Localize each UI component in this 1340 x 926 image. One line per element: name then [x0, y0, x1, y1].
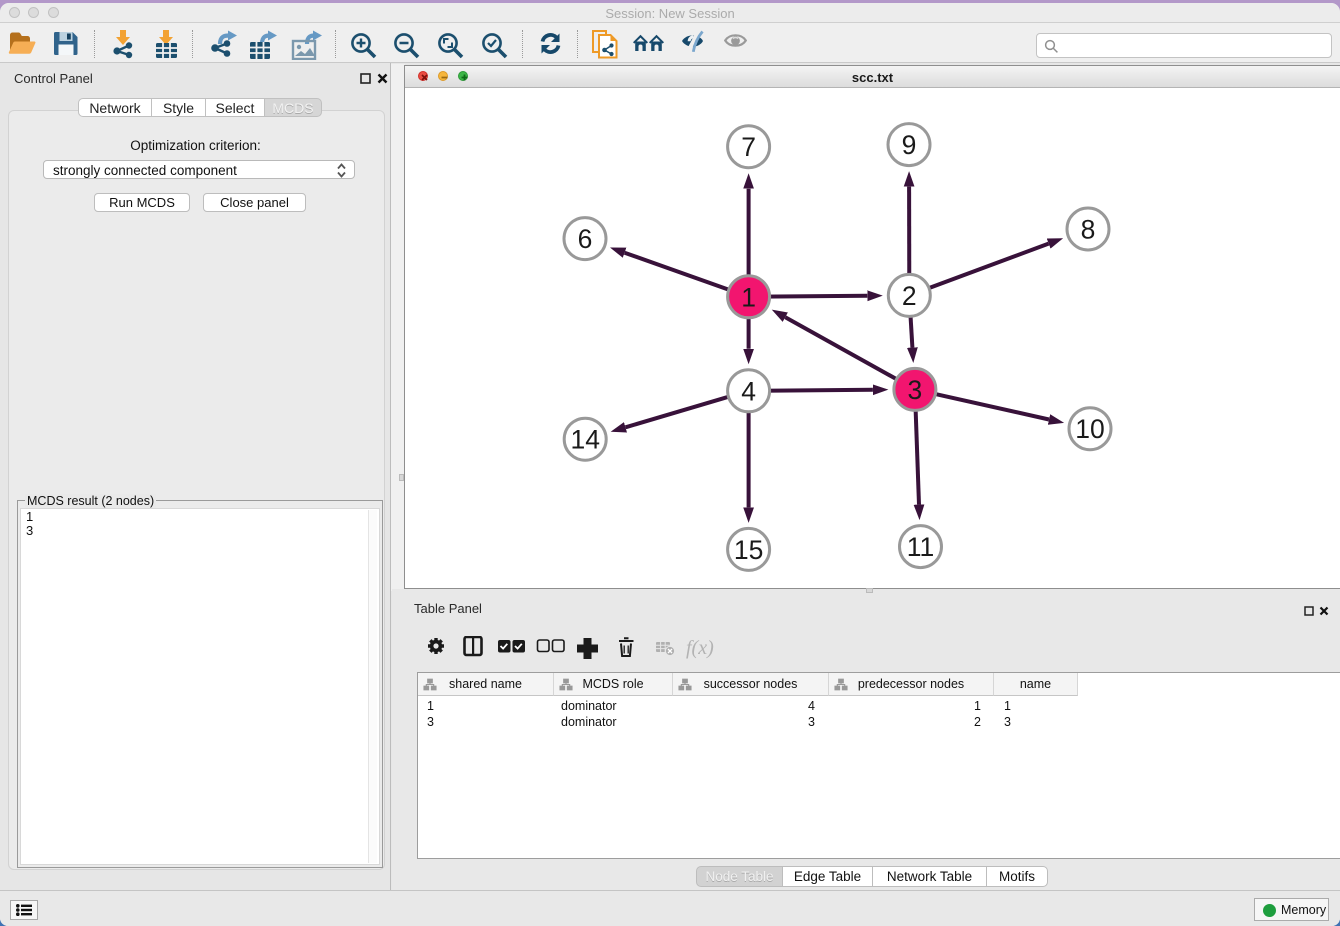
svg-text:3: 3	[908, 375, 923, 405]
svg-text:15: 15	[734, 535, 763, 565]
svg-text:7: 7	[741, 132, 756, 162]
svg-text:1: 1	[741, 282, 756, 312]
svg-text:11: 11	[907, 532, 935, 562]
svg-text:f(x): f(x)	[686, 637, 714, 659]
svg-text:10: 10	[1075, 414, 1104, 444]
svg-text:6: 6	[578, 224, 593, 254]
svg-text:4: 4	[741, 376, 756, 406]
svg-text:8: 8	[1081, 215, 1096, 245]
svg-text:14: 14	[570, 425, 599, 455]
svg-text:9: 9	[902, 130, 917, 160]
svg-text:2: 2	[902, 281, 917, 311]
